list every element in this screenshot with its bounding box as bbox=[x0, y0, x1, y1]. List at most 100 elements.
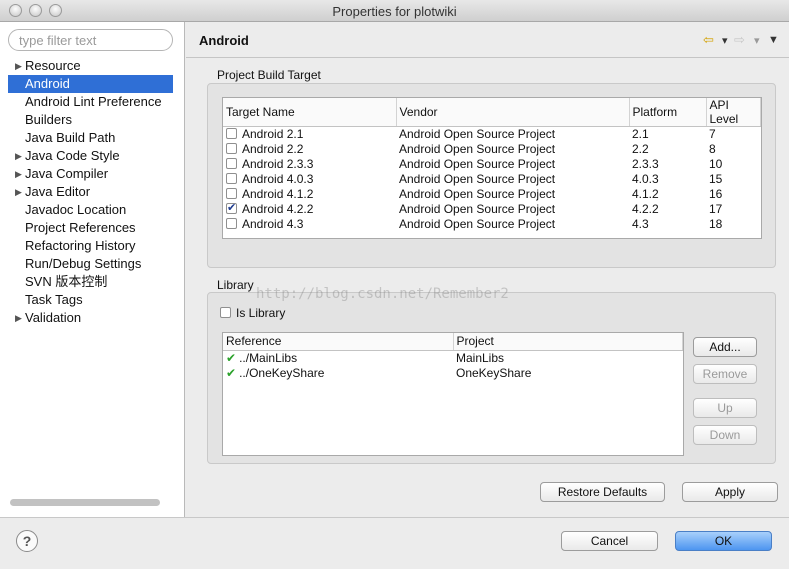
expand-arrow-icon[interactable]: ▶ bbox=[15, 183, 22, 201]
target-name: Android 2.1 bbox=[242, 127, 304, 142]
target-vendor: Android Open Source Project bbox=[399, 187, 556, 201]
table-row[interactable]: Android 2.2 Android Open Source Project 2.… bbox=[223, 142, 761, 157]
target-api-level: 16 bbox=[709, 187, 723, 201]
apply-button[interactable]: Apply bbox=[682, 482, 778, 502]
target-checkbox[interactable] bbox=[226, 188, 237, 199]
move-down-button[interactable]: Down bbox=[693, 425, 757, 445]
expand-arrow-icon[interactable]: ▶ bbox=[15, 147, 22, 165]
sidebar-item[interactable]: Project References bbox=[0, 219, 184, 237]
target-vendor: Android Open Source Project bbox=[399, 127, 556, 142]
sidebar-item[interactable]: Javadoc Location bbox=[0, 201, 184, 219]
column-api-level[interactable]: API Level bbox=[706, 98, 761, 127]
cancel-button[interactable]: Cancel bbox=[561, 531, 658, 551]
title-bar: Properties for plotwiki bbox=[0, 0, 789, 22]
sidebar-item[interactable]: ▶ Resource bbox=[0, 57, 184, 75]
table-row[interactable]: Android 2.3.3 Android Open Source Project… bbox=[223, 157, 761, 172]
sidebar-item[interactable]: Task Tags bbox=[0, 291, 184, 309]
back-menu-icon[interactable]: ▾ bbox=[722, 34, 728, 47]
table-row[interactable]: Android 4.2.2 Android Open Source Project… bbox=[223, 201, 761, 217]
sidebar-item-label: Java Editor bbox=[25, 184, 91, 199]
expand-arrow-icon[interactable]: ▶ bbox=[15, 57, 22, 75]
column-platform[interactable]: Platform bbox=[629, 98, 707, 127]
move-up-button[interactable]: Up bbox=[693, 398, 757, 418]
main-panel: Android ⇦ ▾ ⇨ ▾ ▼ Project Build Target T… bbox=[186, 22, 789, 517]
page-title: Android bbox=[199, 33, 249, 48]
target-platform: 4.0.3 bbox=[632, 172, 659, 186]
column-reference[interactable]: Reference bbox=[223, 333, 454, 351]
column-target-name[interactable]: Target Name bbox=[223, 98, 397, 127]
target-checkbox[interactable] bbox=[226, 143, 237, 154]
sidebar-item[interactable]: Android bbox=[8, 75, 173, 93]
is-library-option[interactable]: Is Library bbox=[220, 306, 285, 320]
sidebar-item[interactable]: ▶ Java Compiler bbox=[0, 165, 184, 183]
build-target-table: Target Name Vendor Platform API Level An… bbox=[222, 97, 762, 239]
sidebar-item-label: Java Build Path bbox=[25, 130, 116, 145]
sidebar-item[interactable]: SVN 版本控制 bbox=[0, 273, 184, 291]
remove-library-button[interactable]: Remove bbox=[693, 364, 757, 384]
target-name: Android 4.2.2 bbox=[242, 202, 314, 216]
sidebar-item[interactable]: Run/Debug Settings bbox=[0, 255, 184, 273]
column-vendor[interactable]: Vendor bbox=[396, 98, 630, 127]
sidebar-item-label: Builders bbox=[25, 112, 72, 127]
table-row[interactable]: Android 2.1 Android Open Source Project 2.… bbox=[223, 127, 761, 142]
sidebar-item[interactable]: Builders bbox=[0, 111, 184, 129]
sidebar-scrollbar[interactable] bbox=[10, 499, 160, 506]
sidebar-item-label: Validation bbox=[25, 310, 82, 325]
library-project: OneKeyShare bbox=[456, 365, 532, 380]
sidebar-item[interactable]: ▶ Java Editor bbox=[0, 183, 184, 201]
table-row[interactable]: Android 4.1.2 Android Open Source Project… bbox=[223, 187, 761, 202]
table-row[interactable]: Android 4.3 Android Open Source Project 4.… bbox=[223, 217, 761, 232]
target-checkbox[interactable] bbox=[226, 218, 237, 229]
target-api-level: 15 bbox=[709, 172, 723, 186]
table-row[interactable]: ✔ ../OneKeyShare OneKeyShare bbox=[223, 365, 683, 380]
sidebar-item-label: Android bbox=[25, 76, 70, 91]
sidebar-item[interactable]: Java Build Path bbox=[0, 129, 184, 147]
forward-menu-icon[interactable]: ▾ bbox=[754, 34, 760, 47]
target-vendor: Android Open Source Project bbox=[399, 172, 556, 186]
add-library-button[interactable]: Add... bbox=[693, 337, 757, 357]
view-menu-icon[interactable]: ▼ bbox=[768, 34, 779, 46]
table-row[interactable]: Android 4.0.3 Android Open Source Project… bbox=[223, 172, 761, 187]
target-platform: 4.3 bbox=[632, 217, 649, 231]
is-library-checkbox[interactable] bbox=[220, 307, 231, 318]
target-api-level: 8 bbox=[709, 142, 716, 156]
library-label: Library bbox=[217, 278, 254, 292]
target-checkbox[interactable] bbox=[226, 128, 237, 140]
target-api-level: 18 bbox=[709, 217, 723, 231]
expand-arrow-icon[interactable]: ▶ bbox=[15, 165, 22, 183]
column-project[interactable]: Project bbox=[453, 333, 683, 351]
back-arrow-icon[interactable]: ⇦ bbox=[703, 32, 714, 48]
target-name: Android 2.2 bbox=[242, 142, 304, 156]
build-target-label: Project Build Target bbox=[217, 68, 321, 82]
forward-arrow-icon[interactable]: ⇨ bbox=[734, 32, 745, 48]
target-checkbox[interactable] bbox=[226, 201, 237, 214]
target-name: Android 2.3.3 bbox=[242, 157, 314, 171]
target-checkbox[interactable] bbox=[226, 158, 237, 169]
library-reference: ../MainLibs bbox=[239, 350, 298, 365]
target-platform: 2.1 bbox=[632, 127, 649, 142]
build-target-group: Target Name Vendor Platform API Level An… bbox=[207, 83, 776, 268]
window-title: Properties for plotwiki bbox=[332, 4, 457, 19]
restore-defaults-button[interactable]: Restore Defaults bbox=[540, 482, 665, 502]
target-vendor: Android Open Source Project bbox=[399, 217, 556, 231]
filter-input[interactable] bbox=[8, 29, 173, 51]
sidebar-item-label: Javadoc Location bbox=[25, 202, 127, 217]
library-table: Reference Project ✔ ../MainLibs MainLibs ✔.… bbox=[222, 332, 684, 456]
table-row[interactable]: ✔ ../MainLibs MainLibs bbox=[223, 350, 683, 365]
expand-arrow-icon[interactable]: ▶ bbox=[15, 309, 22, 327]
sidebar-item[interactable]: Android Lint Preference bbox=[0, 93, 184, 111]
ok-button[interactable]: OK bbox=[675, 531, 772, 551]
target-checkbox[interactable] bbox=[226, 173, 237, 184]
sidebar-item-label: Refactoring History bbox=[25, 238, 136, 253]
sidebar-item[interactable]: ▶ Validation bbox=[0, 309, 184, 327]
sidebar-item[interactable]: Refactoring History bbox=[0, 237, 184, 255]
sidebar-item-label: Java Code Style bbox=[25, 148, 120, 163]
sidebar-item[interactable]: ▶ Java Code Style bbox=[0, 147, 184, 165]
help-icon[interactable]: ? bbox=[16, 530, 38, 552]
library-project: MainLibs bbox=[456, 350, 505, 365]
target-name: Android 4.3 bbox=[242, 217, 304, 231]
library-reference: ../OneKeyShare bbox=[239, 365, 325, 380]
watermark: http://blog.csdn.net/Remember2 bbox=[256, 286, 509, 302]
sidebar-item-label: SVN 版本控制 bbox=[25, 274, 108, 289]
target-name: Android 4.1.2 bbox=[242, 187, 314, 201]
